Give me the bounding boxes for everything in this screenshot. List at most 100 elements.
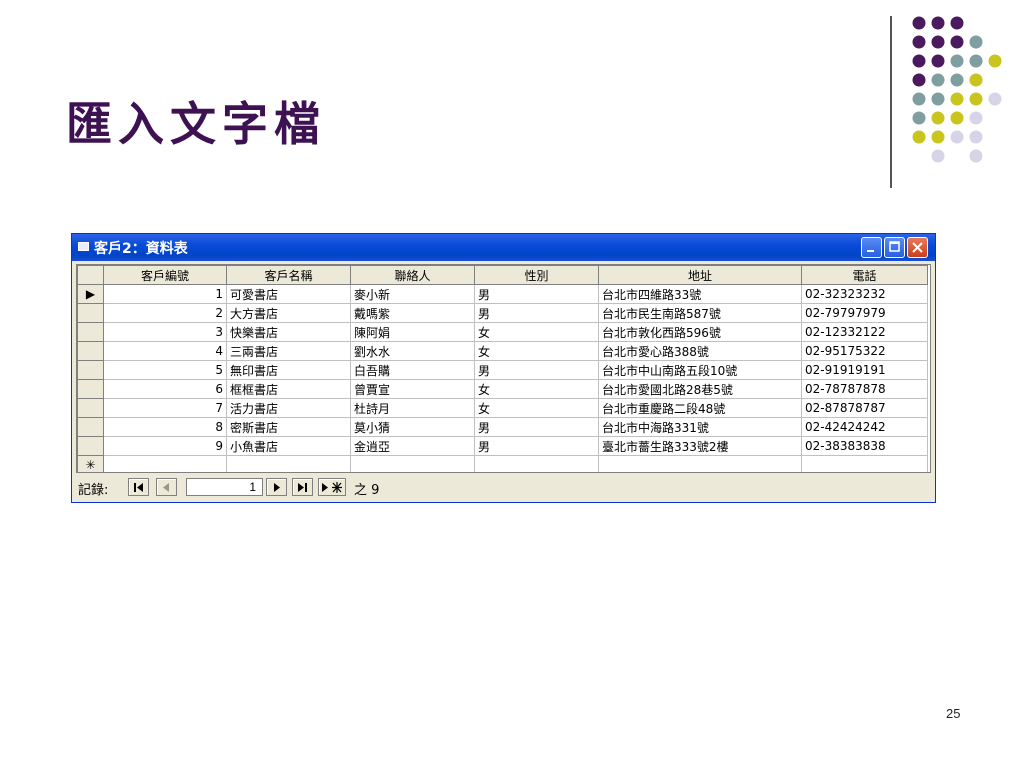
table-row[interactable]: 8 密斯書店 莫小猜男台北市中海路331號 02-42424242 [77, 417, 928, 437]
column-header[interactable]: 客戶名稱 [226, 265, 351, 285]
table-row[interactable]: 7 活力書店 杜詩月女台北市重慶路二段48號 02-87878787 [77, 398, 928, 418]
table-cell[interactable]: 台北市中山南路五段10號 [598, 360, 802, 380]
table-cell[interactable]: 5 [103, 360, 227, 380]
table-row[interactable]: 3 快樂書店 陳阿娟女台北市敦化西路596號 02-12332122 [77, 322, 928, 342]
row-selector-header[interactable] [77, 265, 104, 285]
table-cell[interactable]: 台北市重慶路二段48號 [598, 398, 802, 418]
row-selector[interactable] [77, 436, 104, 456]
new-record-row[interactable]: ✳ [77, 455, 928, 472]
row-selector[interactable] [77, 360, 104, 380]
table-cell[interactable]: 男 [474, 436, 599, 456]
table-cell[interactable]: 2 [103, 303, 227, 323]
table-cell[interactable] [350, 455, 475, 472]
table-cell[interactable]: 6 [103, 379, 227, 399]
table-cell[interactable] [598, 455, 802, 472]
table-cell[interactable] [226, 455, 351, 472]
table-cell[interactable]: 02-87878787 [801, 398, 928, 418]
new-record-marker[interactable]: ✳ [77, 455, 104, 472]
table-cell[interactable]: 小魚書店 [226, 436, 351, 456]
table-cell[interactable]: 台北市民生南路587號 [598, 303, 802, 323]
close-button[interactable] [907, 237, 928, 258]
table-cell[interactable]: 臺北市薔生路333號2樓 [598, 436, 802, 456]
table-cell[interactable]: 02-78787878 [801, 379, 928, 399]
table-cell[interactable]: 杜詩月 [350, 398, 475, 418]
column-header[interactable]: 客戶編號 [103, 265, 227, 285]
row-selector[interactable]: ▶ [77, 284, 104, 304]
previous-record-button[interactable] [156, 478, 177, 496]
table-cell[interactable]: 台北市愛心路388號 [598, 341, 802, 361]
table-cell[interactable]: 9 [103, 436, 227, 456]
table-cell[interactable]: 活力書店 [226, 398, 351, 418]
table-cell[interactable]: 戴嗎紫 [350, 303, 475, 323]
new-record-button[interactable] [318, 478, 346, 496]
table-cell[interactable]: 麥小新 [350, 284, 475, 304]
row-selector[interactable] [77, 341, 104, 361]
table-cell[interactable]: 台北市四維路33號 [598, 284, 802, 304]
first-record-button[interactable] [128, 478, 149, 496]
table-cell[interactable]: 陳阿娟 [350, 322, 475, 342]
table-cell[interactable]: 8 [103, 417, 227, 437]
maximize-button[interactable] [884, 237, 905, 258]
table-cell[interactable]: 女 [474, 322, 599, 342]
table-cell[interactable]: 02-95175322 [801, 341, 928, 361]
table-cell[interactable]: 7 [103, 398, 227, 418]
decor-dot [969, 130, 983, 144]
table-cell[interactable]: 劉水水 [350, 341, 475, 361]
table-cell[interactable]: 女 [474, 398, 599, 418]
table-cell[interactable]: 女 [474, 379, 599, 399]
table-cell[interactable] [103, 455, 227, 472]
table-cell[interactable]: 可愛書店 [226, 284, 351, 304]
table-cell[interactable]: 02-79797979 [801, 303, 928, 323]
table-cell[interactable]: 大方書店 [226, 303, 351, 323]
table-cell[interactable]: 台北市敦化西路596號 [598, 322, 802, 342]
table-cell[interactable]: 框框書店 [226, 379, 351, 399]
table-cell[interactable]: 02-42424242 [801, 417, 928, 437]
table-cell[interactable]: 快樂書店 [226, 322, 351, 342]
table-cell[interactable]: 台北市愛國北路28巷5號 [598, 379, 802, 399]
row-selector[interactable] [77, 322, 104, 342]
table-cell[interactable]: 02-38383838 [801, 436, 928, 456]
column-header[interactable]: 性別 [474, 265, 599, 285]
table-cell[interactable]: 無印書店 [226, 360, 351, 380]
table-cell[interactable]: 白吾購 [350, 360, 475, 380]
row-selector[interactable] [77, 398, 104, 418]
table-cell[interactable] [801, 455, 928, 472]
table-row[interactable]: ▶ 1 可愛書店 麥小新男台北市四維路33號 02-32323232 [77, 284, 928, 304]
table-row[interactable]: 2 大方書店 戴嗎紫男台北市民生南路587號 02-79797979 [77, 303, 928, 323]
next-record-button[interactable] [266, 478, 287, 496]
column-header[interactable]: 聯絡人 [350, 265, 475, 285]
table-cell[interactable]: 莫小猜 [350, 417, 475, 437]
table-cell[interactable]: 02-91919191 [801, 360, 928, 380]
datasheet-window[interactable]: 客戶2：資料表 客戶編號 客戶名稱 聯絡人 性別 地址 電話 ▶ 1 可愛書店 … [71, 233, 936, 503]
window-titlebar[interactable]: 客戶2：資料表 [72, 234, 935, 261]
table-cell[interactable]: 三兩書店 [226, 341, 351, 361]
table-row[interactable]: 6 框框書店 曾賈宣女台北市愛國北路28巷5號 02-78787878 [77, 379, 928, 399]
row-selector[interactable] [77, 417, 104, 437]
column-header[interactable]: 地址 [598, 265, 802, 285]
table-cell[interactable]: 1 [103, 284, 227, 304]
row-selector[interactable] [77, 303, 104, 323]
row-selector[interactable] [77, 379, 104, 399]
table-cell[interactable] [474, 455, 599, 472]
table-cell[interactable]: 02-32323232 [801, 284, 928, 304]
table-row[interactable]: 9 小魚書店 金逍亞男臺北市薔生路333號2樓 02-38383838 [77, 436, 928, 456]
table-cell[interactable]: 密斯書店 [226, 417, 351, 437]
table-cell[interactable]: 男 [474, 360, 599, 380]
table-cell[interactable]: 3 [103, 322, 227, 342]
table-row[interactable]: 5 無印書店 白吾購男台北市中山南路五段10號 02-91919191 [77, 360, 928, 380]
datasheet-grid[interactable]: 客戶編號 客戶名稱 聯絡人 性別 地址 電話 ▶ 1 可愛書店 麥小新男台北市四維路3… [76, 264, 931, 473]
table-cell[interactable]: 男 [474, 303, 599, 323]
table-cell[interactable]: 金逍亞 [350, 436, 475, 456]
column-header[interactable]: 電話 [801, 265, 928, 285]
last-record-button[interactable] [292, 478, 313, 496]
current-record-field[interactable]: 1 [186, 478, 263, 496]
table-cell[interactable]: 男 [474, 417, 599, 437]
table-cell[interactable]: 男 [474, 284, 599, 304]
table-cell[interactable]: 女 [474, 341, 599, 361]
table-cell[interactable]: 4 [103, 341, 227, 361]
table-cell[interactable]: 台北市中海路331號 [598, 417, 802, 437]
table-cell[interactable]: 曾賈宣 [350, 379, 475, 399]
table-cell[interactable]: 02-12332122 [801, 322, 928, 342]
minimize-button[interactable] [861, 237, 882, 258]
table-row[interactable]: 4 三兩書店 劉水水女台北市愛心路388號 02-95175322 [77, 341, 928, 361]
